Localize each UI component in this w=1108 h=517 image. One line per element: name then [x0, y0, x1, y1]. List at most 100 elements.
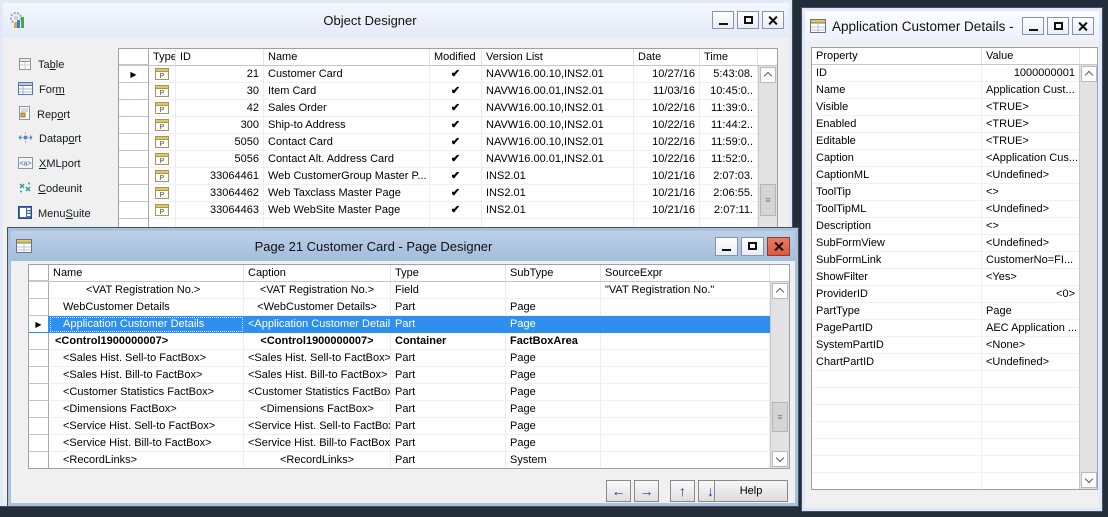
row-selector[interactable]: [29, 282, 49, 299]
properties-titlebar[interactable]: Application Customer Details - ...: [805, 11, 1099, 41]
cell-value[interactable]: 1000000001: [982, 65, 1080, 82]
row-selector[interactable]: [29, 350, 49, 367]
sidebar-item-xmlport[interactable]: <a> XMLport: [18, 154, 81, 174]
object-row[interactable]: P 5056Contact Alt. Address Card NAVW16.00.…: [119, 151, 777, 168]
scroll-up-button[interactable]: [772, 283, 788, 299]
sidebar-item-dataport[interactable]: Dataport: [18, 129, 81, 149]
property-row[interactable]: ToolTip <>: [812, 184, 1097, 201]
cell-value[interactable]: Application Cust...: [982, 82, 1080, 99]
property-row[interactable]: SystemPartID <None>: [812, 337, 1097, 354]
row-selector[interactable]: [29, 401, 49, 418]
property-row[interactable]: CaptionML <Undefined>: [812, 167, 1097, 184]
property-row[interactable]: ShowFilter <Yes>: [812, 269, 1097, 286]
property-row[interactable]: Name Application Cust...: [812, 82, 1097, 99]
page-control-row[interactable]: <Dimensions FactBox> <Dimensions FactBox>…: [29, 401, 789, 418]
move-up-button[interactable]: ↑: [670, 480, 695, 502]
cell-value[interactable]: <0>: [982, 286, 1080, 303]
property-row[interactable]: ID 1000000001: [812, 65, 1097, 82]
row-selector[interactable]: [119, 185, 149, 202]
move-left-button[interactable]: ←: [606, 480, 631, 502]
row-selector-current[interactable]: [119, 66, 149, 83]
object-row[interactable]: P 42Sales Order NAVW16.00.10,INS2.0110/22/…: [119, 100, 777, 117]
property-row[interactable]: SubFormView <Undefined>: [812, 235, 1097, 252]
page-control-row[interactable]: <Service Hist. Bill-to FactBox> <Service …: [29, 435, 789, 452]
row-selector[interactable]: [119, 100, 149, 117]
move-right-button[interactable]: →: [634, 480, 659, 502]
property-scrollbar[interactable]: [1079, 65, 1097, 489]
object-row[interactable]: P 21Customer Card NAVW16.00.10,INS2.0110/2…: [119, 66, 777, 83]
scroll-up-button[interactable]: [760, 67, 776, 83]
object-row[interactable]: P300Ship-to AddressNAVW16.00.10,INS2.011…: [119, 117, 777, 134]
row-selector[interactable]: [29, 418, 49, 435]
property-row[interactable]: PartType Page: [812, 303, 1097, 320]
row-selector[interactable]: [29, 299, 49, 316]
page-control-row[interactable]: <VAT Registration No.> <VAT Registration …: [29, 282, 789, 299]
scrollbar-thumb[interactable]: ≡: [772, 402, 788, 432]
property-row[interactable]: ProviderID <0>: [812, 286, 1097, 303]
cell-value[interactable]: AEC Application ...: [982, 320, 1080, 337]
property-row[interactable]: Description <>: [812, 218, 1097, 235]
property-row[interactable]: Editable <TRUE>: [812, 133, 1097, 150]
cell-value[interactable]: <TRUE>: [982, 99, 1080, 116]
row-selector[interactable]: [29, 384, 49, 401]
row-selector[interactable]: [119, 168, 149, 185]
property-row[interactable]: ChartPartID <Undefined>: [812, 354, 1097, 371]
scroll-up-button[interactable]: [1081, 66, 1097, 82]
cell-value[interactable]: <Undefined>: [982, 235, 1080, 252]
page-control-row[interactable]: <Control1900000007> <Control1900000007> Co…: [29, 333, 789, 350]
close-button[interactable]: [767, 236, 790, 256]
row-selector[interactable]: [119, 134, 149, 151]
cell-value[interactable]: <Undefined>: [982, 354, 1080, 371]
close-button[interactable]: [1072, 17, 1094, 35]
page-control-row[interactable]: Application Customer Details<Application…: [29, 316, 789, 333]
page-controls-scrollbar[interactable]: ≡: [770, 282, 789, 468]
scroll-down-button[interactable]: [772, 451, 788, 467]
close-button[interactable]: [762, 11, 784, 29]
maximize-button[interactable]: [737, 11, 759, 29]
row-selector[interactable]: [119, 151, 149, 168]
property-row[interactable]: ToolTipML <Undefined>: [812, 201, 1097, 218]
sidebar-item-menusuite[interactable]: MenuSuite: [18, 204, 91, 224]
property-row[interactable]: SubFormLink CustomerNo=FI...: [812, 252, 1097, 269]
sidebar-item-table[interactable]: Table: [18, 55, 64, 75]
row-selector-current[interactable]: [29, 316, 49, 333]
cell-value[interactable]: <Yes>: [982, 269, 1080, 286]
page-control-row[interactable]: <Sales Hist. Bill-to FactBox> <Sales Hist…: [29, 367, 789, 384]
cell-value[interactable]: Page: [982, 303, 1080, 320]
cell-value[interactable]: <None>: [982, 337, 1080, 354]
cell-value[interactable]: <TRUE>: [982, 116, 1080, 133]
property-row[interactable]: Enabled <TRUE>: [812, 116, 1097, 133]
row-selector[interactable]: [119, 83, 149, 100]
row-selector[interactable]: [29, 435, 49, 452]
cell-value[interactable]: <Application Cus...: [982, 150, 1080, 167]
maximize-button[interactable]: [1047, 17, 1069, 35]
row-selector[interactable]: [119, 202, 149, 219]
row-selector[interactable]: [29, 333, 49, 350]
object-row[interactable]: P 33064462Web Taxclass Master Page INS2.01…: [119, 185, 777, 202]
object-row[interactable]: P 5050Contact Card NAVW16.00.10,INS2.0110/…: [119, 134, 777, 151]
scrollbar-thumb[interactable]: ≡: [760, 184, 776, 216]
help-button[interactable]: Help: [714, 480, 788, 502]
minimize-button[interactable]: [1022, 17, 1044, 35]
page-designer-titlebar[interactable]: Page 21 Customer Card - Page Designer: [11, 231, 795, 261]
page-control-row[interactable]: <RecordLinks> <RecordLinks> Part System: [29, 452, 789, 468]
page-control-row[interactable]: <Service Hist. Sell-to FactBox> <Service …: [29, 418, 789, 435]
object-row[interactable]: P 30Item Card NAVW16.00.01,INS2.0111/03/16…: [119, 83, 777, 100]
minimize-button[interactable]: [715, 236, 738, 256]
sidebar-item-codeunit[interactable]: Codeunit: [18, 179, 82, 199]
cell-value[interactable]: <Undefined>: [982, 167, 1080, 184]
minimize-button[interactable]: [712, 11, 734, 29]
sidebar-item-report[interactable]: Report: [18, 105, 70, 125]
object-row[interactable]: P 33064463Web WebSite Master Page INS2.011…: [119, 202, 777, 219]
row-selector[interactable]: [29, 367, 49, 384]
page-control-row[interactable]: <Customer Statistics FactBox> <Customer S…: [29, 384, 789, 401]
row-selector[interactable]: [119, 117, 149, 134]
cell-value[interactable]: <>: [982, 184, 1080, 201]
cell-value[interactable]: <>: [982, 218, 1080, 235]
cell-value[interactable]: <Undefined>: [982, 201, 1080, 218]
maximize-button[interactable]: [741, 236, 764, 256]
row-selector[interactable]: [29, 452, 49, 468]
sidebar-item-form[interactable]: Form: [18, 80, 65, 100]
property-row[interactable]: PagePartID AEC Application ...: [812, 320, 1097, 337]
scroll-down-button[interactable]: [1081, 472, 1097, 488]
